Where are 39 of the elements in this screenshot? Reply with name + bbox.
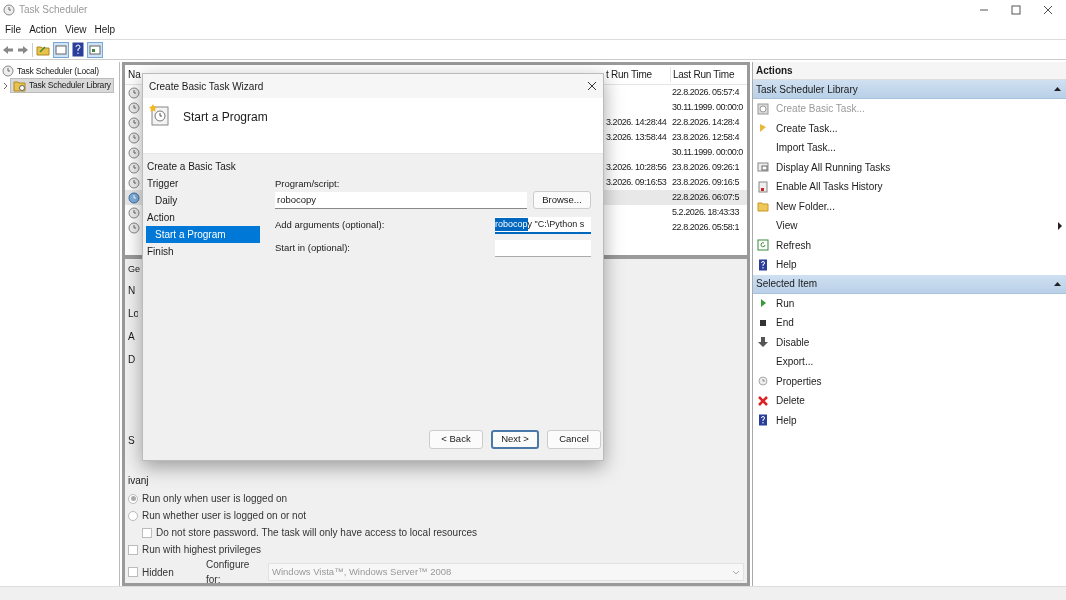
option-label: Run whether user is logged on or not [142,509,306,523]
table-cell-text: 22.8.2026. 06:07:5 [671,190,740,204]
section-label: S [128,434,135,448]
option-label: Hidden [142,565,175,580]
field-label: D [128,353,136,367]
dialog-title: Create Basic Task Wizard [149,79,265,94]
wizard-step: Finish [146,243,260,260]
dialog-heading: Start a Program [183,109,268,126]
field-label: Start in (optional): [275,241,351,256]
table-cell-text: 23.8.2026. 12:58:4 [671,130,740,144]
table-cell-text: 3.2026. 10:28:56 [606,160,668,174]
table-cell-text: 23.8.2026. 09:16:5 [671,175,740,189]
table-cell-text: 23.8.2026. 09:26:1 [671,160,740,174]
user-name: ivanj [128,474,149,488]
table-cell-text: 22.8.2026. 14:28:4 [671,115,740,129]
table-cell-text: 3.2026. 14:28:44 [606,115,668,129]
field-label: A [128,330,135,344]
table-cell-text: 3.2026. 09:16:53 [606,175,668,189]
option-label: Run with highest privileges [142,543,261,557]
field-label: Add arguments (optional): [275,218,386,233]
wizard-step: Trigger [146,175,260,192]
field-label: Lo [128,307,138,321]
wizard-step: Daily [146,192,260,209]
table-cell-text: 22.8.2026. 05:57:4 [671,85,740,99]
wizard-step: Action [146,209,260,226]
panel-title: Actions [753,62,1066,80]
field-label: Program/script: [275,177,341,190]
field-label: Configure for: [206,558,251,586]
table-cell-text: 30.11.1999. 00:00:0 [671,100,744,114]
table-cell-text: 3.2026. 13:58:44 [606,130,668,144]
window-title: Task Scheduler [19,3,88,17]
table-cell-text: 30.11.1999. 00:00:0 [671,145,744,159]
field-label: N [128,284,136,298]
table-cell-text: 5.2.2026. 18:43:33 [671,205,740,219]
wizard-step: Start a Program [146,226,260,243]
option-label: Run only when user is logged on [142,492,288,506]
wizard-step: Create a Basic Task [146,158,260,175]
table-cell-text: 22.8.2026. 05:58:1 [671,220,740,234]
option-label: Do not store password. The task will only have access to local resources [156,526,478,540]
